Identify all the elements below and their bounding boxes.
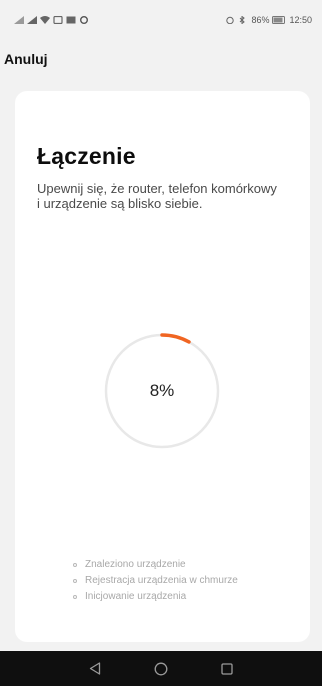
mail-icon bbox=[66, 16, 76, 24]
page-title: Łączenie bbox=[37, 143, 136, 169]
step-label: Inicjowanie urządzenia bbox=[85, 591, 187, 602]
step-bullet-icon bbox=[73, 579, 77, 583]
status-bar: 86% 12:50 bbox=[0, 0, 322, 40]
cancel-button[interactable]: Anuluj bbox=[4, 51, 48, 67]
progress-ring: 8% bbox=[102, 331, 222, 451]
notification-icon bbox=[79, 16, 89, 24]
signal-icon bbox=[27, 16, 37, 24]
recents-square-icon[interactable] bbox=[219, 661, 235, 677]
step-item: Inicjowanie urządzenia bbox=[73, 589, 238, 605]
status-icons-right: 86% 12:50 bbox=[225, 15, 312, 25]
step-label: Znaleziono urządzenie bbox=[85, 559, 186, 570]
nfc-icon bbox=[53, 16, 63, 24]
system-nav-bar bbox=[0, 651, 322, 686]
signal-icon bbox=[14, 16, 24, 24]
wifi-icon bbox=[40, 16, 50, 24]
step-bullet-icon bbox=[73, 563, 77, 567]
connecting-card: Łączenie Upewnij się, że router, telefon… bbox=[15, 91, 310, 642]
bluetooth-icon bbox=[238, 16, 248, 24]
progress-percent: 8% bbox=[149, 381, 175, 400]
battery-percent: 86% bbox=[251, 15, 270, 25]
description-text: Upewnij się, że router, telefon komórkow… bbox=[37, 181, 277, 211]
steps-list: Znaleziono urządzenie Rejestracja urządz… bbox=[73, 557, 238, 605]
step-item: Rejestracja urządzenia w chmurze bbox=[73, 573, 238, 589]
alarm-icon bbox=[225, 16, 235, 24]
step-label: Rejestracja urządzenia w chmurze bbox=[85, 575, 238, 586]
battery-icon bbox=[272, 16, 286, 24]
status-icons-left bbox=[14, 16, 89, 24]
clock: 12:50 bbox=[289, 15, 312, 25]
step-item: Znaleziono urządzenie bbox=[73, 557, 238, 573]
step-bullet-icon bbox=[73, 595, 77, 599]
home-circle-icon[interactable] bbox=[153, 661, 169, 677]
back-triangle-icon[interactable] bbox=[87, 661, 103, 677]
